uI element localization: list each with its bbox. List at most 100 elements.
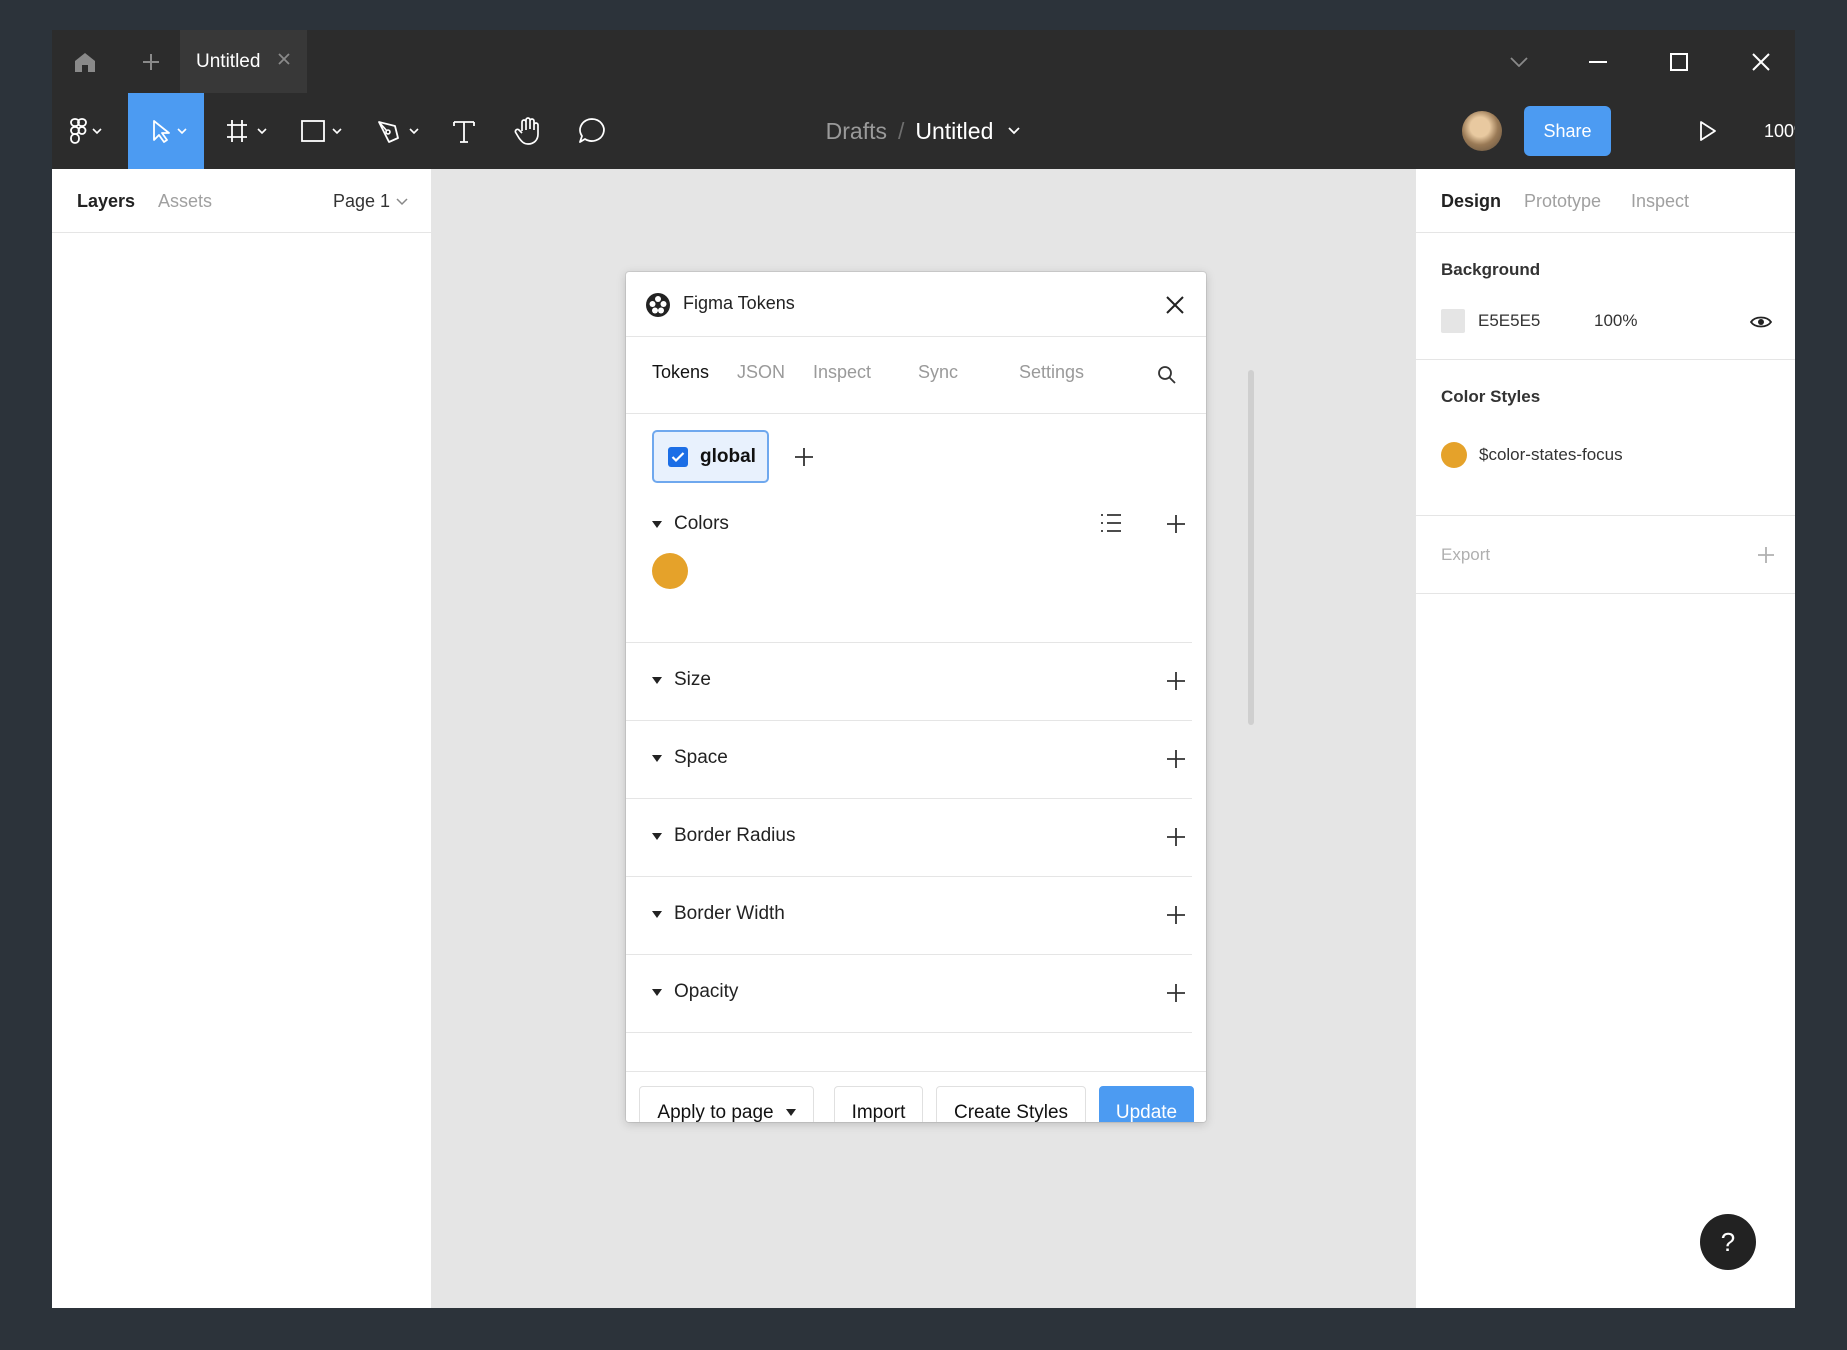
new-tab-button[interactable] <box>126 30 176 93</box>
add-token-set-icon[interactable] <box>794 447 814 467</box>
home-button[interactable] <box>52 30 118 93</box>
tab-json[interactable]: JSON <box>737 362 785 383</box>
token-set-global[interactable]: global <box>652 430 769 483</box>
tab-assets[interactable]: Assets <box>158 191 212 212</box>
plus-icon <box>143 53 159 70</box>
layers-panel-header: Layers Assets Page 1 <box>52 169 431 233</box>
share-button[interactable]: Share <box>1524 106 1611 156</box>
shape-tool[interactable] <box>296 93 350 169</box>
add-token-button[interactable] <box>1160 508 1192 540</box>
maximize-button[interactable] <box>1649 30 1709 93</box>
hand-tool[interactable] <box>504 93 552 169</box>
tab-tokens[interactable]: Tokens <box>652 362 709 383</box>
figma-window: Untitled Drafts / Untitled Share 100 Lay… <box>52 30 1795 1308</box>
add-token-button[interactable] <box>1160 665 1192 697</box>
tab-settings[interactable]: Settings <box>1019 362 1084 383</box>
token-group-label[interactable]: Border Radius <box>674 825 795 847</box>
import-button[interactable]: Import <box>834 1086 923 1122</box>
collapse-caret-icon[interactable] <box>652 911 662 918</box>
breadcrumb-file-name[interactable]: Untitled <box>915 118 993 145</box>
check-icon <box>671 451 685 462</box>
file-menu-chevron-icon[interactable] <box>1007 126 1021 136</box>
token-group-size: Size <box>626 643 1192 721</box>
export-section: Export <box>1416 516 1795 594</box>
token-group-label[interactable]: Space <box>674 747 728 769</box>
token-group-label[interactable]: Colors <box>674 513 729 535</box>
color-token-swatch[interactable] <box>652 553 688 589</box>
collapse-caret-icon[interactable] <box>652 521 662 528</box>
add-token-button[interactable] <box>1160 743 1192 775</box>
apply-to-page-dropdown[interactable]: Apply to page <box>639 1086 814 1122</box>
move-tool[interactable] <box>128 93 204 169</box>
tab-close-icon[interactable] <box>277 52 291 66</box>
add-token-button[interactable] <box>1160 977 1192 1009</box>
page-selector[interactable]: Page 1 <box>333 191 408 212</box>
minimize-button[interactable] <box>1568 30 1628 93</box>
tab-inspect[interactable]: Inspect <box>813 362 871 383</box>
main-menu-button[interactable] <box>52 93 118 169</box>
zoom-menu[interactable]: 100% <box>1712 93 1795 169</box>
create-styles-button[interactable]: Create Styles <box>936 1086 1086 1122</box>
close-window-button[interactable] <box>1731 30 1791 93</box>
plus-icon <box>1167 672 1185 690</box>
collapse-caret-icon[interactable] <box>652 755 662 762</box>
figma-menu-icon <box>70 118 102 144</box>
toolbar: Drafts / Untitled Share 100% <box>52 93 1795 169</box>
comment-tool[interactable] <box>568 93 616 169</box>
pen-tool[interactable] <box>372 93 426 169</box>
list-view-icon[interactable] <box>1100 513 1122 533</box>
color-style-item[interactable]: $color-states-focus <box>1441 441 1623 469</box>
maximize-icon <box>1670 52 1688 71</box>
tab-inspect[interactable]: Inspect <box>1631 191 1689 212</box>
avatar[interactable] <box>1462 111 1502 151</box>
tab-sync[interactable]: Sync <box>918 362 958 383</box>
add-token-button[interactable] <box>1160 899 1192 931</box>
background-swatch[interactable] <box>1441 309 1465 333</box>
file-tab[interactable]: Untitled <box>180 30 307 93</box>
token-group-label[interactable]: Size <box>674 669 711 691</box>
plugin-scrollbar[interactable] <box>1248 370 1254 725</box>
background-hex[interactable]: E5E5E5 <box>1478 311 1540 331</box>
help-button[interactable]: ? <box>1700 1214 1756 1270</box>
add-token-button[interactable] <box>1160 821 1192 853</box>
tab-design[interactable]: Design <box>1441 191 1501 212</box>
tab-prototype[interactable]: Prototype <box>1524 191 1601 212</box>
layers-panel: Layers Assets Page 1 <box>52 169 432 1308</box>
chevron-down-icon <box>1510 56 1528 67</box>
token-group-label[interactable]: Border Width <box>674 903 785 925</box>
close-icon[interactable] <box>1165 295 1185 315</box>
tab-layers[interactable]: Layers <box>77 191 135 212</box>
add-export-icon[interactable] <box>1757 546 1775 564</box>
token-set-label: global <box>700 445 756 467</box>
figma-tokens-plugin: Figma Tokens Tokens JSON Inspect Sync Se… <box>626 272 1206 1122</box>
background-opacity[interactable]: 100% <box>1594 311 1637 331</box>
title-bar: Untitled <box>52 30 1795 93</box>
plugin-header: Figma Tokens <box>626 272 1206 337</box>
hand-icon <box>514 117 539 145</box>
collapse-caret-icon[interactable] <box>652 989 662 996</box>
search-icon[interactable] <box>1157 365 1177 385</box>
text-tool[interactable] <box>442 93 486 169</box>
token-group-border-radius: Border Radius <box>626 799 1192 877</box>
plus-icon <box>1167 828 1185 846</box>
eye-icon[interactable] <box>1749 314 1773 330</box>
background-section: Background E5E5E5 100% <box>1416 233 1795 360</box>
caret-down-icon <box>785 1109 796 1116</box>
token-group-border-width: Border Width <box>626 877 1192 955</box>
update-button[interactable]: Update <box>1099 1086 1194 1122</box>
token-group-label[interactable]: Opacity <box>674 981 738 1003</box>
collapse-caret-icon[interactable] <box>652 833 662 840</box>
move-icon <box>153 120 187 143</box>
export-title: Export <box>1441 545 1491 564</box>
color-styles-section: Color Styles $color-states-focus <box>1416 360 1795 516</box>
collapse-caret-icon[interactable] <box>652 677 662 684</box>
color-style-swatch <box>1441 442 1467 468</box>
tabs-dropdown-button[interactable] <box>1494 30 1544 93</box>
token-group-space: Space <box>626 721 1192 799</box>
frame-tool[interactable] <box>220 93 276 169</box>
color-styles-title: Color Styles <box>1441 387 1541 406</box>
breadcrumb-drafts[interactable]: Drafts <box>826 118 887 145</box>
apply-to-page-label: Apply to page <box>657 1101 774 1123</box>
home-icon <box>75 52 95 72</box>
token-set-checkbox[interactable] <box>668 446 688 467</box>
